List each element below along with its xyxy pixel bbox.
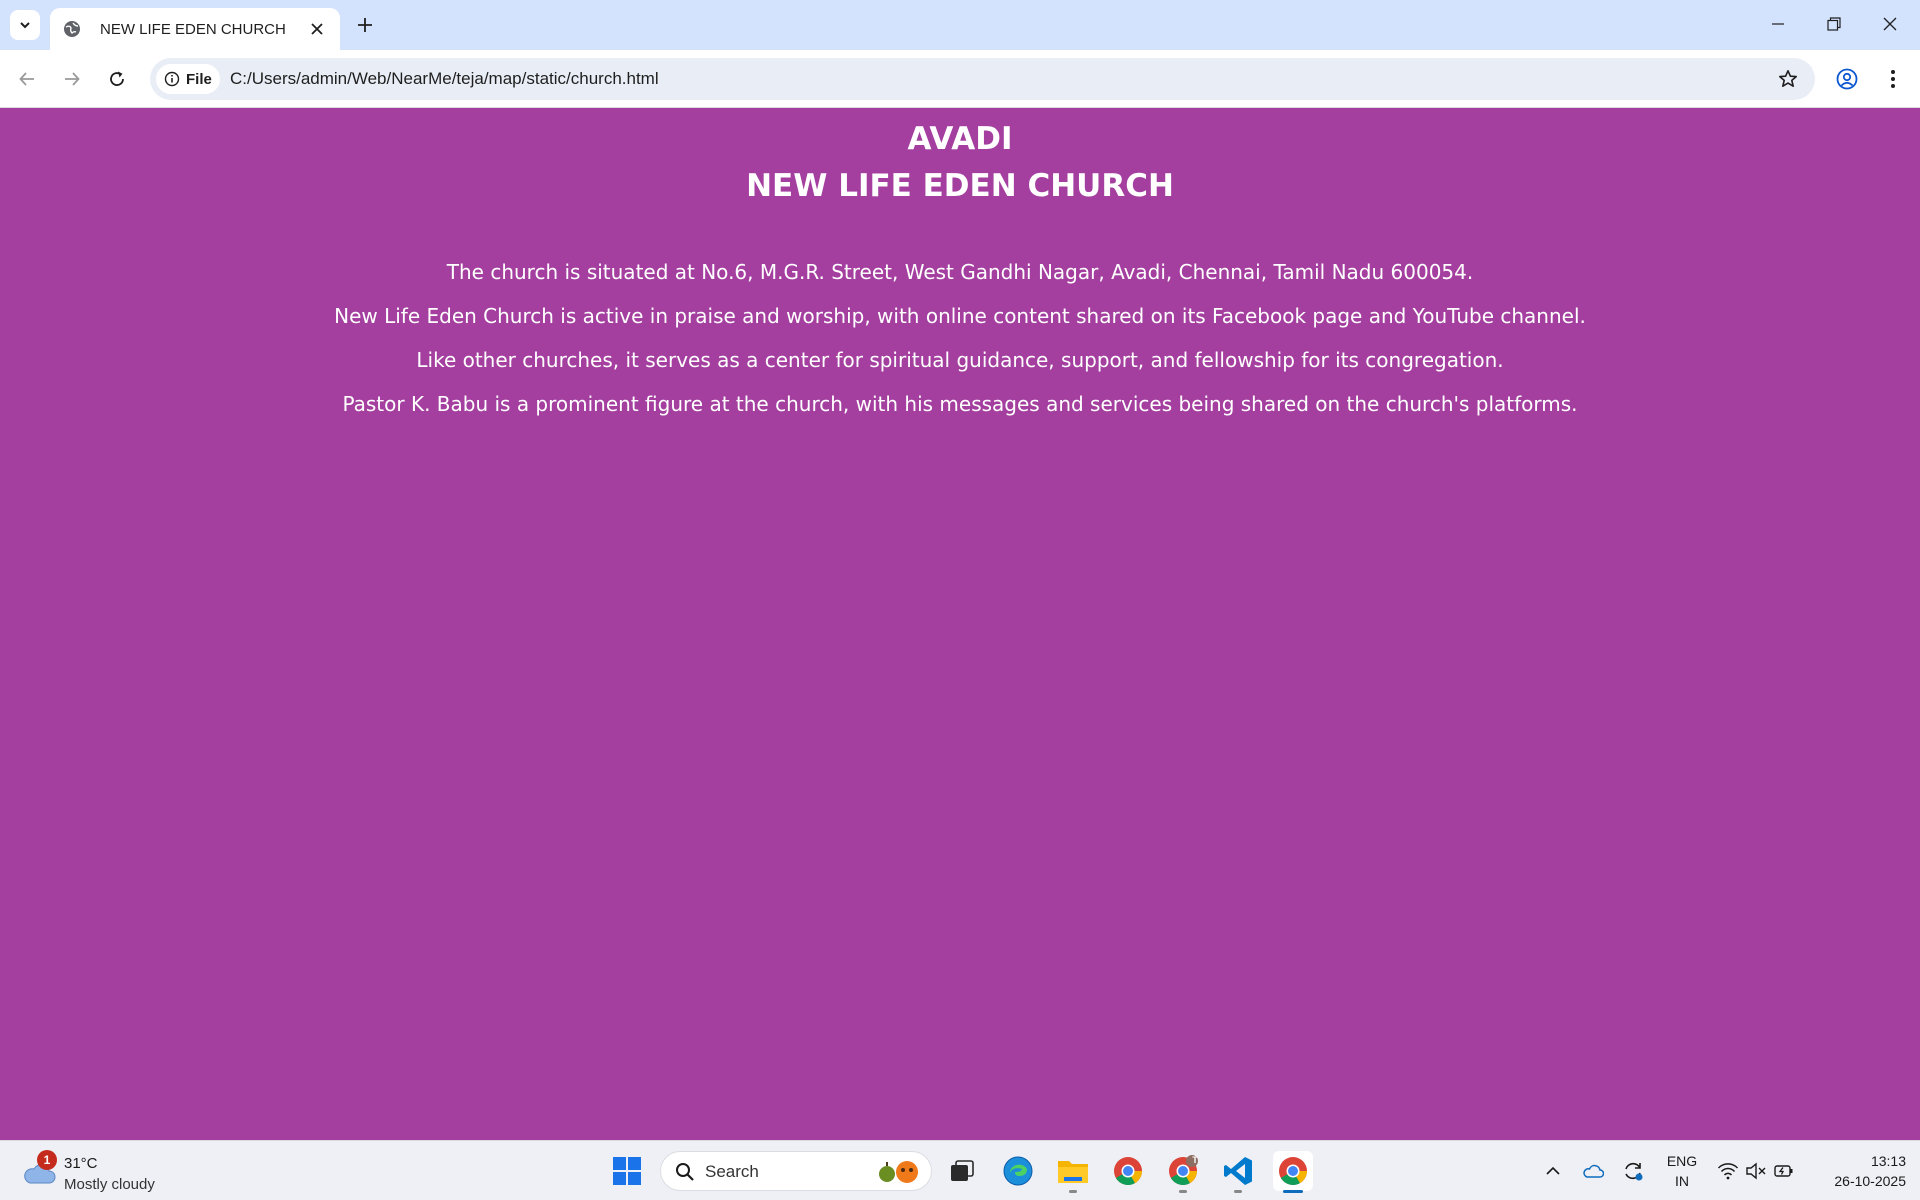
battery-icon — [1774, 1165, 1793, 1177]
folder-icon — [1058, 1161, 1088, 1183]
info-icon — [164, 71, 180, 87]
taskbar-search-label: Search — [705, 1162, 759, 1181]
browser-menu-button[interactable] — [1876, 62, 1910, 96]
search-icon — [676, 1163, 694, 1181]
taskbar-chrome-profile-button[interactable]: T — [1163, 1151, 1203, 1193]
weather-condition: Mostly cloudy — [64, 1176, 155, 1193]
language-indicator[interactable]: ENG IN — [1662, 1151, 1702, 1191]
clock-date: 26-10-2025 — [1834, 1173, 1906, 1189]
forward-button[interactable] — [55, 62, 89, 96]
running-indicator — [1179, 1190, 1187, 1193]
close-icon — [311, 23, 323, 35]
star-icon — [1779, 70, 1797, 87]
paragraph-address: The church is situated at No.6, M.G.R. S… — [446, 260, 1474, 284]
wifi-icon — [1717, 1163, 1739, 1180]
window-close-button[interactable] — [1862, 0, 1918, 48]
page-content: AVADI NEW LIFE EDEN CHURCH The church is… — [0, 109, 1920, 1140]
chevron-up-icon — [1546, 1166, 1560, 1175]
new-tab-button[interactable] — [350, 10, 380, 40]
taskbar-file-explorer-button[interactable] — [1053, 1151, 1093, 1193]
church-name-heading: NEW LIFE EDEN CHURCH — [746, 168, 1174, 204]
taskbar: 1 31°C Mostly cloudy Search T ENG IN 13:… — [0, 1140, 1920, 1200]
close-icon — [1883, 17, 1897, 31]
taskbar-vscode-button[interactable] — [1218, 1151, 1258, 1193]
browser-tab-bar: NEW LIFE EDEN CHURCH — [0, 0, 1920, 50]
tab-close-button[interactable] — [304, 16, 330, 42]
edge-icon — [1003, 1156, 1033, 1186]
taskbar-edge-button[interactable] — [998, 1151, 1038, 1191]
site-chip-label: File — [186, 70, 212, 88]
task-view-icon — [951, 1160, 974, 1181]
sync-tray-button[interactable] — [1618, 1155, 1648, 1187]
url-text[interactable]: C:/Users/admin/Web/NearMe/teja/map/stati… — [230, 69, 659, 89]
active-indicator — [1283, 1190, 1303, 1193]
taskbar-chrome-button[interactable] — [1108, 1151, 1148, 1191]
plus-icon — [358, 18, 372, 32]
reload-button[interactable] — [100, 62, 134, 96]
paragraph-pastor: Pastor K. Babu is a prominent figure at … — [342, 392, 1578, 416]
active-tab[interactable]: NEW LIFE EDEN CHURCH — [50, 8, 340, 50]
task-view-button[interactable] — [942, 1151, 982, 1191]
bookmark-button[interactable] — [1775, 66, 1801, 92]
running-indicator — [1234, 1190, 1242, 1193]
back-button[interactable] — [10, 62, 44, 96]
site-info-chip[interactable]: File — [156, 64, 220, 94]
more-vert-icon — [1891, 70, 1895, 88]
profile-icon — [1836, 68, 1858, 90]
minimize-button[interactable] — [1750, 0, 1806, 48]
onedrive-tray-button[interactable] — [1578, 1155, 1608, 1187]
address-bar[interactable]: File C:/Users/admin/Web/NearMe/teja/map/… — [150, 58, 1815, 100]
taskbar-search-box[interactable]: Search — [660, 1151, 932, 1191]
tab-title: NEW LIFE EDEN CHURCH — [100, 20, 286, 38]
weather-alert-badge: 1 — [37, 1150, 57, 1170]
quick-settings-button[interactable] — [1714, 1155, 1798, 1187]
paragraph-purpose: Like other churches, it serves as a cent… — [416, 348, 1504, 372]
clock[interactable]: 13:13 26-10-2025 — [1810, 1151, 1906, 1191]
language-code: ENG — [1666, 1153, 1698, 1169]
running-indicator — [1069, 1190, 1077, 1193]
language-region: IN — [1675, 1173, 1689, 1189]
arrow-right-icon — [65, 72, 80, 86]
chrome-icon — [1114, 1157, 1142, 1185]
chrome-icon — [1279, 1157, 1307, 1185]
clock-time: 13:13 — [1870, 1153, 1906, 1169]
profile-button[interactable] — [1830, 62, 1864, 96]
cloud-icon — [1583, 1164, 1604, 1178]
chevron-down-icon — [20, 22, 30, 29]
weather-temperature: 31°C — [64, 1155, 98, 1172]
tab-search-button[interactable] — [10, 10, 40, 40]
show-hidden-icons-button[interactable] — [1540, 1155, 1566, 1187]
start-button[interactable] — [607, 1151, 647, 1191]
reload-icon — [110, 71, 124, 86]
arrow-left-icon — [19, 72, 34, 86]
city-heading: AVADI — [907, 121, 1013, 157]
browser-toolbar: File C:/Users/admin/Web/NearMe/teja/map/… — [0, 50, 1920, 108]
taskbar-chrome-active-button[interactable] — [1273, 1151, 1313, 1193]
vscode-icon — [1224, 1157, 1252, 1185]
paragraph-activity: New Life Eden Church is active in praise… — [334, 304, 1586, 328]
globe-icon — [64, 21, 80, 37]
restore-button[interactable] — [1806, 0, 1862, 48]
search-highlight-icon — [879, 1161, 918, 1183]
restore-icon — [1827, 17, 1841, 31]
volume-muted-icon — [1746, 1162, 1766, 1180]
windows-logo-icon — [613, 1157, 641, 1185]
minimize-icon — [1772, 23, 1784, 25]
weather-widget[interactable]: 1 31°C Mostly cloudy — [22, 1149, 172, 1193]
chrome-profile-badge: T — [1192, 1155, 1198, 1165]
sync-icon — [1625, 1162, 1643, 1181]
